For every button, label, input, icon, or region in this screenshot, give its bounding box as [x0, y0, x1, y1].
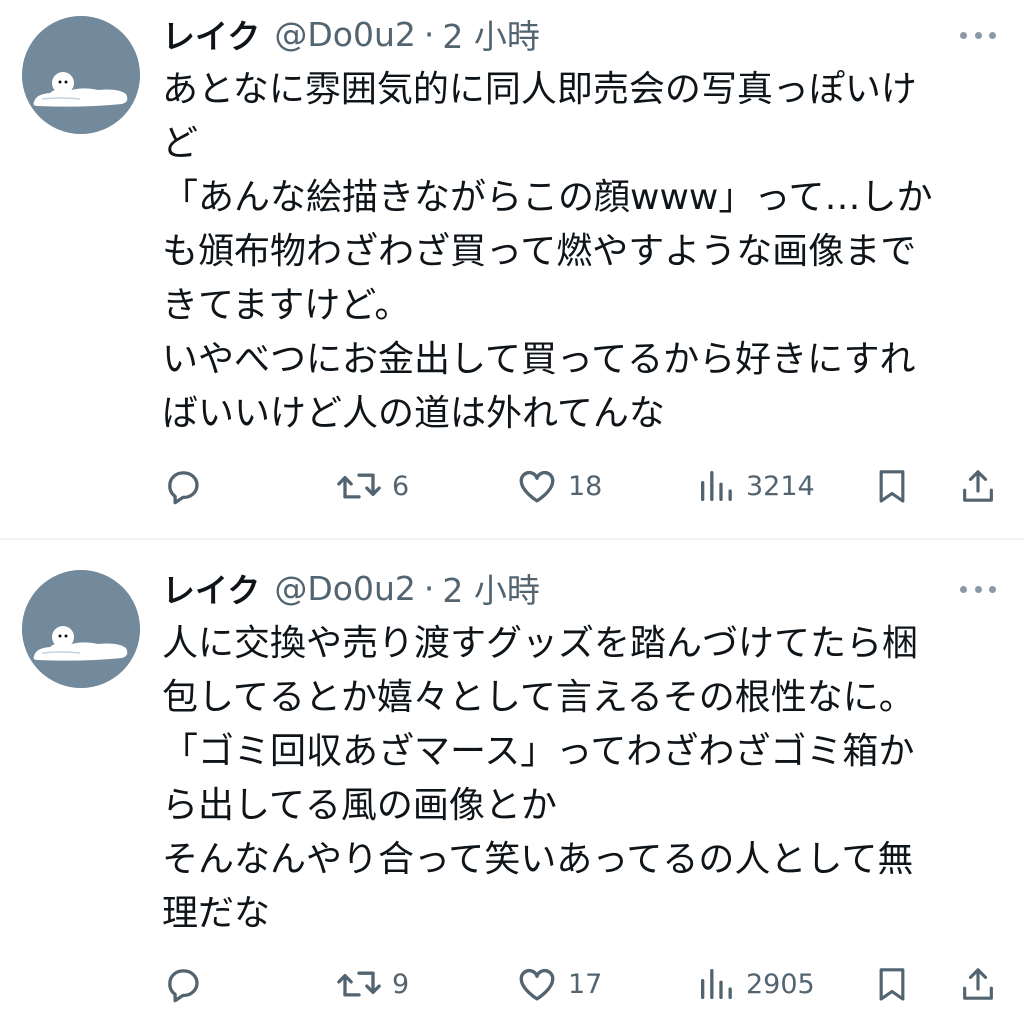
retweet-button[interactable]: 9	[336, 962, 409, 1006]
separator: ·	[423, 568, 435, 608]
tweet-1[interactable]: レイク @Do0u2 · 2 小時 あとなに雰囲気的に同人即売会の写真っぽいけ …	[0, 0, 1024, 538]
reply-icon	[168, 471, 199, 505]
tweet-text: 人に交換や売り渡すグッズを踏んづけてたら梱 包してるとか嬉々として言えるその根性…	[162, 617, 1002, 941]
views-count: 3214	[746, 470, 815, 502]
more-icon[interactable]	[960, 583, 996, 595]
tweet-line: あとなに雰囲気的に同人即売会の写真っぽいけ	[162, 69, 917, 110]
timestamp[interactable]: 2 小時	[442, 10, 540, 58]
separator: ·	[423, 14, 435, 54]
reply-button[interactable]	[162, 464, 204, 508]
avatar-image	[22, 570, 140, 688]
tweet-line: 包してるとか嬉々として言えるその根性なに。	[162, 677, 915, 718]
share-button[interactable]	[958, 962, 998, 1006]
like-button[interactable]: 17	[516, 962, 602, 1006]
tweet-line: ら出してる風の画像とか	[162, 785, 557, 826]
tweet-2[interactable]: レイク @Do0u2 · 2 小時 人に交換や売り渡すグッズを踏んづけてたら梱 …	[0, 541, 1024, 1024]
tweet-line: 理だな	[162, 893, 271, 934]
action-bar: 6 18 3214	[160, 464, 1005, 508]
bookmark-button[interactable]	[872, 464, 912, 508]
retweet-count: 6	[392, 470, 410, 502]
share-icon	[963, 968, 993, 1000]
tweet-divider	[0, 538, 1024, 540]
tweet-line: ど	[162, 123, 199, 164]
author-name[interactable]: レイク	[162, 564, 260, 612]
share-button[interactable]	[958, 464, 998, 508]
author-handle[interactable]: @Do0u2	[274, 15, 416, 54]
views-icon	[701, 471, 732, 501]
heart-icon	[519, 969, 555, 1001]
avatar[interactable]	[22, 570, 140, 688]
tweet-line: 「あんな絵描きながらこの顔www」って…しか	[162, 177, 933, 218]
tweet-line: そんなんやり合って笑いあってるの人として無	[162, 839, 914, 880]
tweet-line: ばいいけど人の道は外れてんな	[162, 393, 665, 434]
reply-icon	[168, 969, 199, 1003]
views-button[interactable]: 2905	[696, 962, 815, 1006]
tweet-line: 人に交換や売り渡すグッズを踏んづけてたら梱	[162, 623, 919, 664]
more-icon[interactable]	[960, 29, 996, 41]
retweet-icon	[337, 473, 381, 499]
retweet-count: 9	[392, 968, 410, 1000]
views-button[interactable]: 3214	[696, 464, 815, 508]
reply-button[interactable]	[162, 962, 204, 1006]
author-name[interactable]: レイク	[162, 10, 260, 58]
avatar[interactable]	[22, 16, 140, 134]
retweet-button[interactable]: 6	[336, 464, 409, 508]
tweet-header: レイク @Do0u2 · 2 小時	[162, 14, 540, 57]
author-handle[interactable]: @Do0u2	[274, 569, 416, 608]
views-count: 2905	[746, 968, 815, 1000]
bookmark-icon	[879, 968, 905, 1001]
action-bar: 9 17 2905	[160, 962, 1005, 1006]
views-icon	[701, 969, 732, 999]
tweet-line: いやべつにお金出して買ってるから好きにすれ	[162, 339, 916, 380]
bookmark-icon	[879, 470, 905, 503]
tweet-line: も頒布物わざわざ買って燃やすような画像まで	[162, 231, 917, 272]
bookmark-button[interactable]	[872, 962, 912, 1006]
like-count: 18	[568, 470, 603, 502]
tweet-text: あとなに雰囲気的に同人即売会の写真っぽいけ ど 「あんな絵描きながらこの顔www…	[162, 63, 1002, 441]
tweet-line: 「ゴミ回収あざマース」ってわざわざゴミ箱か	[162, 731, 915, 772]
tweet-line: きてますけど。	[162, 285, 411, 326]
like-count: 17	[568, 968, 603, 1000]
heart-icon	[519, 471, 555, 503]
tweet-header: レイク @Do0u2 · 2 小時	[162, 568, 540, 611]
retweet-icon	[337, 971, 381, 997]
avatar-image	[22, 16, 140, 134]
like-button[interactable]: 18	[516, 464, 602, 508]
share-icon	[963, 470, 993, 502]
timestamp[interactable]: 2 小時	[442, 564, 540, 612]
